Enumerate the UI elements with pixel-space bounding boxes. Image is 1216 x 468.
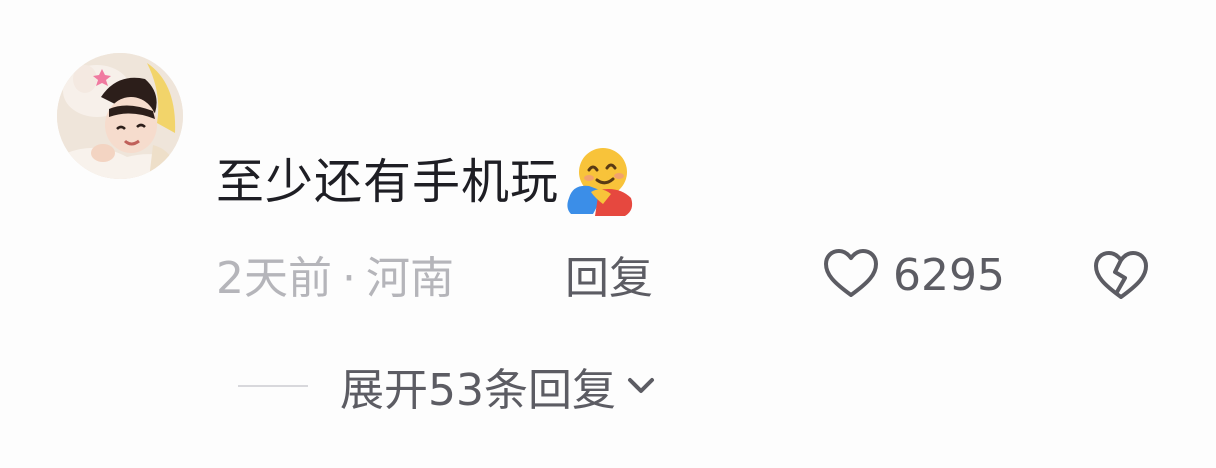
divider-line xyxy=(238,385,308,387)
comment-location: 河南 xyxy=(366,253,454,304)
reply-button[interactable]: 回复 xyxy=(565,251,653,307)
comment-body: 至少还有手机玩 xyxy=(216,146,635,218)
user-avatar-image xyxy=(57,53,183,179)
heart-outline-icon xyxy=(823,248,879,304)
user-avatar[interactable] xyxy=(57,53,183,179)
broken-heart-icon xyxy=(1093,251,1149,306)
like-count: 6295 xyxy=(893,250,1005,301)
comment-card: 至少还有手机玩 2天前 · 河南 回复 6295 展开53条回复 xyxy=(0,0,1216,468)
like-button[interactable]: 6295 xyxy=(823,248,1005,304)
dislike-button[interactable] xyxy=(1093,250,1149,306)
comment-time: 2天前 xyxy=(216,253,332,304)
comment-meta: 2天前 · 河南 xyxy=(216,251,454,307)
comment-text: 至少还有手机玩 xyxy=(216,154,560,210)
expand-replies-button[interactable]: 展开53条回复 xyxy=(340,354,658,418)
chevron-down-icon xyxy=(628,378,654,393)
meta-separator: · xyxy=(342,253,356,304)
hugging-face-emoji-icon xyxy=(563,146,635,218)
replies-expander: 展开53条回复 xyxy=(238,358,658,416)
expand-replies-label: 展开53条回复 xyxy=(340,365,616,416)
